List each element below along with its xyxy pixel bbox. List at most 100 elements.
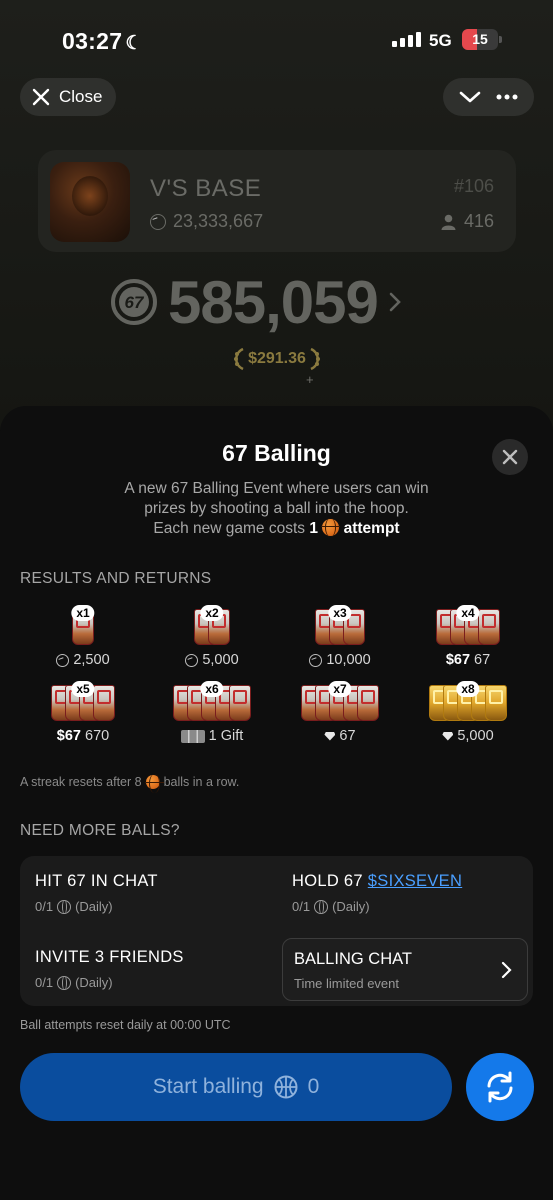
base-card[interactable]: V'S BASE 23,333,667 #106 416 <box>38 150 516 252</box>
desc-line-3-pre: Each new game costs <box>153 520 306 537</box>
task-title-text: HOLD 67 <box>292 872 363 890</box>
token-label: $67 <box>445 652 471 668</box>
usd-badge: $291.36 <box>222 344 332 374</box>
streak-note: A streak resets after 8 balls in a row. <box>20 774 240 793</box>
multiplier-badge: x3 <box>328 605 352 621</box>
chevron-right-icon <box>501 961 512 979</box>
result-item: x1 2,500 <box>28 601 138 669</box>
hoop-icon: x6 <box>157 681 267 725</box>
token-67-icon: 67 <box>111 279 157 325</box>
sheet-title: 67 Balling <box>222 440 331 466</box>
hoop-icon: x4 <box>413 605 523 649</box>
streak-pre: A streak resets after 8 <box>20 775 142 789</box>
reward: 67 <box>285 728 395 744</box>
task-title: INVITE 3 FRIENDS <box>35 948 184 966</box>
reward: $67 67 <box>413 652 523 668</box>
task-hold[interactable]: HOLD 67 $SIXSEVEN 0/1 (Daily) <box>292 872 462 914</box>
task-hit-chat[interactable]: HIT 67 IN CHAT 0/1 (Daily) <box>35 872 158 914</box>
reward: 2,500 <box>28 652 138 668</box>
status-bar: 03:27 ☾ 5G 15 <box>0 22 553 62</box>
attempts-count: 0 <box>307 1075 320 1098</box>
results-heading: RESULTS AND RETURNS <box>20 570 212 587</box>
start-label: Start balling <box>152 1075 264 1098</box>
base-coins-value: 23,333,667 <box>173 211 264 231</box>
desc-line-3-post: attempt <box>343 520 400 537</box>
balling-sheet: 67 Balling A new 67 Balling Event where … <box>0 406 553 1200</box>
base-name: V'S BASE <box>150 175 262 202</box>
laurel-right-icon <box>310 347 320 371</box>
balance-amount[interactable]: 67 585,059 <box>110 266 450 338</box>
header-actions <box>443 78 534 116</box>
reward-value: 67 <box>339 728 356 744</box>
task-period: (Daily) <box>332 899 370 914</box>
task-period: (Daily) <box>75 899 113 914</box>
close-label: Close <box>59 87 103 106</box>
multiplier-badge: x5 <box>71 681 95 697</box>
sixseven-link[interactable]: $SIXSEVEN <box>368 872 462 890</box>
reward: 1 Gift <box>157 728 267 744</box>
hoop-icon: x8 <box>413 681 523 725</box>
task-progress: 0/1 <box>292 899 311 914</box>
reward-value: 5,000 <box>202 652 239 668</box>
desc-line-3: Each new game costs 1 attempt <box>60 518 493 539</box>
battery-tip <box>499 36 502 43</box>
reward-value: 1 Gift <box>208 728 244 744</box>
hoop-icon: x2 <box>157 605 267 649</box>
hoop-icon: x3 <box>285 605 395 649</box>
refresh-button[interactable] <box>466 1053 534 1121</box>
result-item: x4 $67 67 <box>413 601 523 669</box>
start-balling-button[interactable]: Start balling 0 <box>20 1053 452 1121</box>
reward: 10,000 <box>285 652 395 668</box>
tasks-panel: HIT 67 IN CHAT 0/1 (Daily) HOLD 67 $SIXSE… <box>20 856 533 1006</box>
reward: 5,000 <box>413 728 523 744</box>
task-status: 0/1 (Daily) <box>292 899 462 914</box>
network-label: 5G <box>429 31 452 50</box>
reset-note: Ball attempts reset daily at 00:00 UTC <box>20 1018 231 1032</box>
reward-value: 5,000 <box>457 728 494 744</box>
task-title: HIT 67 IN CHAT <box>35 872 158 890</box>
laurel-left-icon <box>234 347 244 371</box>
streak-post: balls in a row. <box>163 775 240 789</box>
result-item: x2 5,000 <box>157 601 267 669</box>
more-icon[interactable] <box>496 94 518 100</box>
sheet-description: A new 67 Balling Event where users can w… <box>60 479 493 539</box>
gem-icon <box>324 731 336 741</box>
task-title: HOLD 67 $SIXSEVEN <box>292 872 462 891</box>
task-invite[interactable]: INVITE 3 FRIENDS 0/1 (Daily) <box>35 948 184 990</box>
token-label: $67 <box>56 728 81 744</box>
coin-icon <box>150 213 166 230</box>
close-button[interactable]: Close <box>20 78 116 116</box>
more-balls-heading: NEED MORE BALLS? <box>20 822 180 839</box>
hoop-icon: x7 <box>285 681 395 725</box>
base-rank: #106 <box>453 176 494 196</box>
plus-sign: + <box>306 372 314 387</box>
reward-value: 670 <box>85 728 110 744</box>
coin-icon <box>56 653 70 667</box>
balling-chat-button[interactable]: BALLING CHAT Time limited event <box>282 938 528 1001</box>
desc-line-2: prizes by shooting a ball into the hoop. <box>144 500 409 517</box>
result-item: x6 1 Gift <box>157 677 267 745</box>
svg-text:67: 67 <box>125 293 145 312</box>
balance-value: 585,059 <box>168 268 379 336</box>
battery-icon: 15 <box>462 29 498 50</box>
task-progress: 0/1 <box>35 899 54 914</box>
task-progress: 0/1 <box>35 975 54 990</box>
multiplier-badge: x6 <box>200 681 224 697</box>
base-avatar <box>50 162 130 242</box>
multiplier-badge: x2 <box>200 605 224 621</box>
reward-value: 67 <box>474 652 491 668</box>
sheet-close-button[interactable] <box>492 439 528 475</box>
clock: 03:27 ☾ <box>62 28 143 54</box>
base-coins: 23,333,667 <box>150 211 263 232</box>
chevron-down-icon[interactable] <box>459 90 481 104</box>
base-members: 416 <box>441 211 494 232</box>
multiplier-badge: x4 <box>456 605 480 621</box>
close-icon <box>502 449 518 465</box>
hoop-icon: x1 <box>28 605 138 649</box>
desc-cost: 1 <box>309 520 318 537</box>
result-item: x7 67 <box>285 677 395 745</box>
person-icon <box>441 214 456 230</box>
desc-line-1: A new 67 Balling Event where users can w… <box>124 480 429 497</box>
gift-icon <box>180 729 205 743</box>
reward-value: 2,500 <box>73 652 110 668</box>
